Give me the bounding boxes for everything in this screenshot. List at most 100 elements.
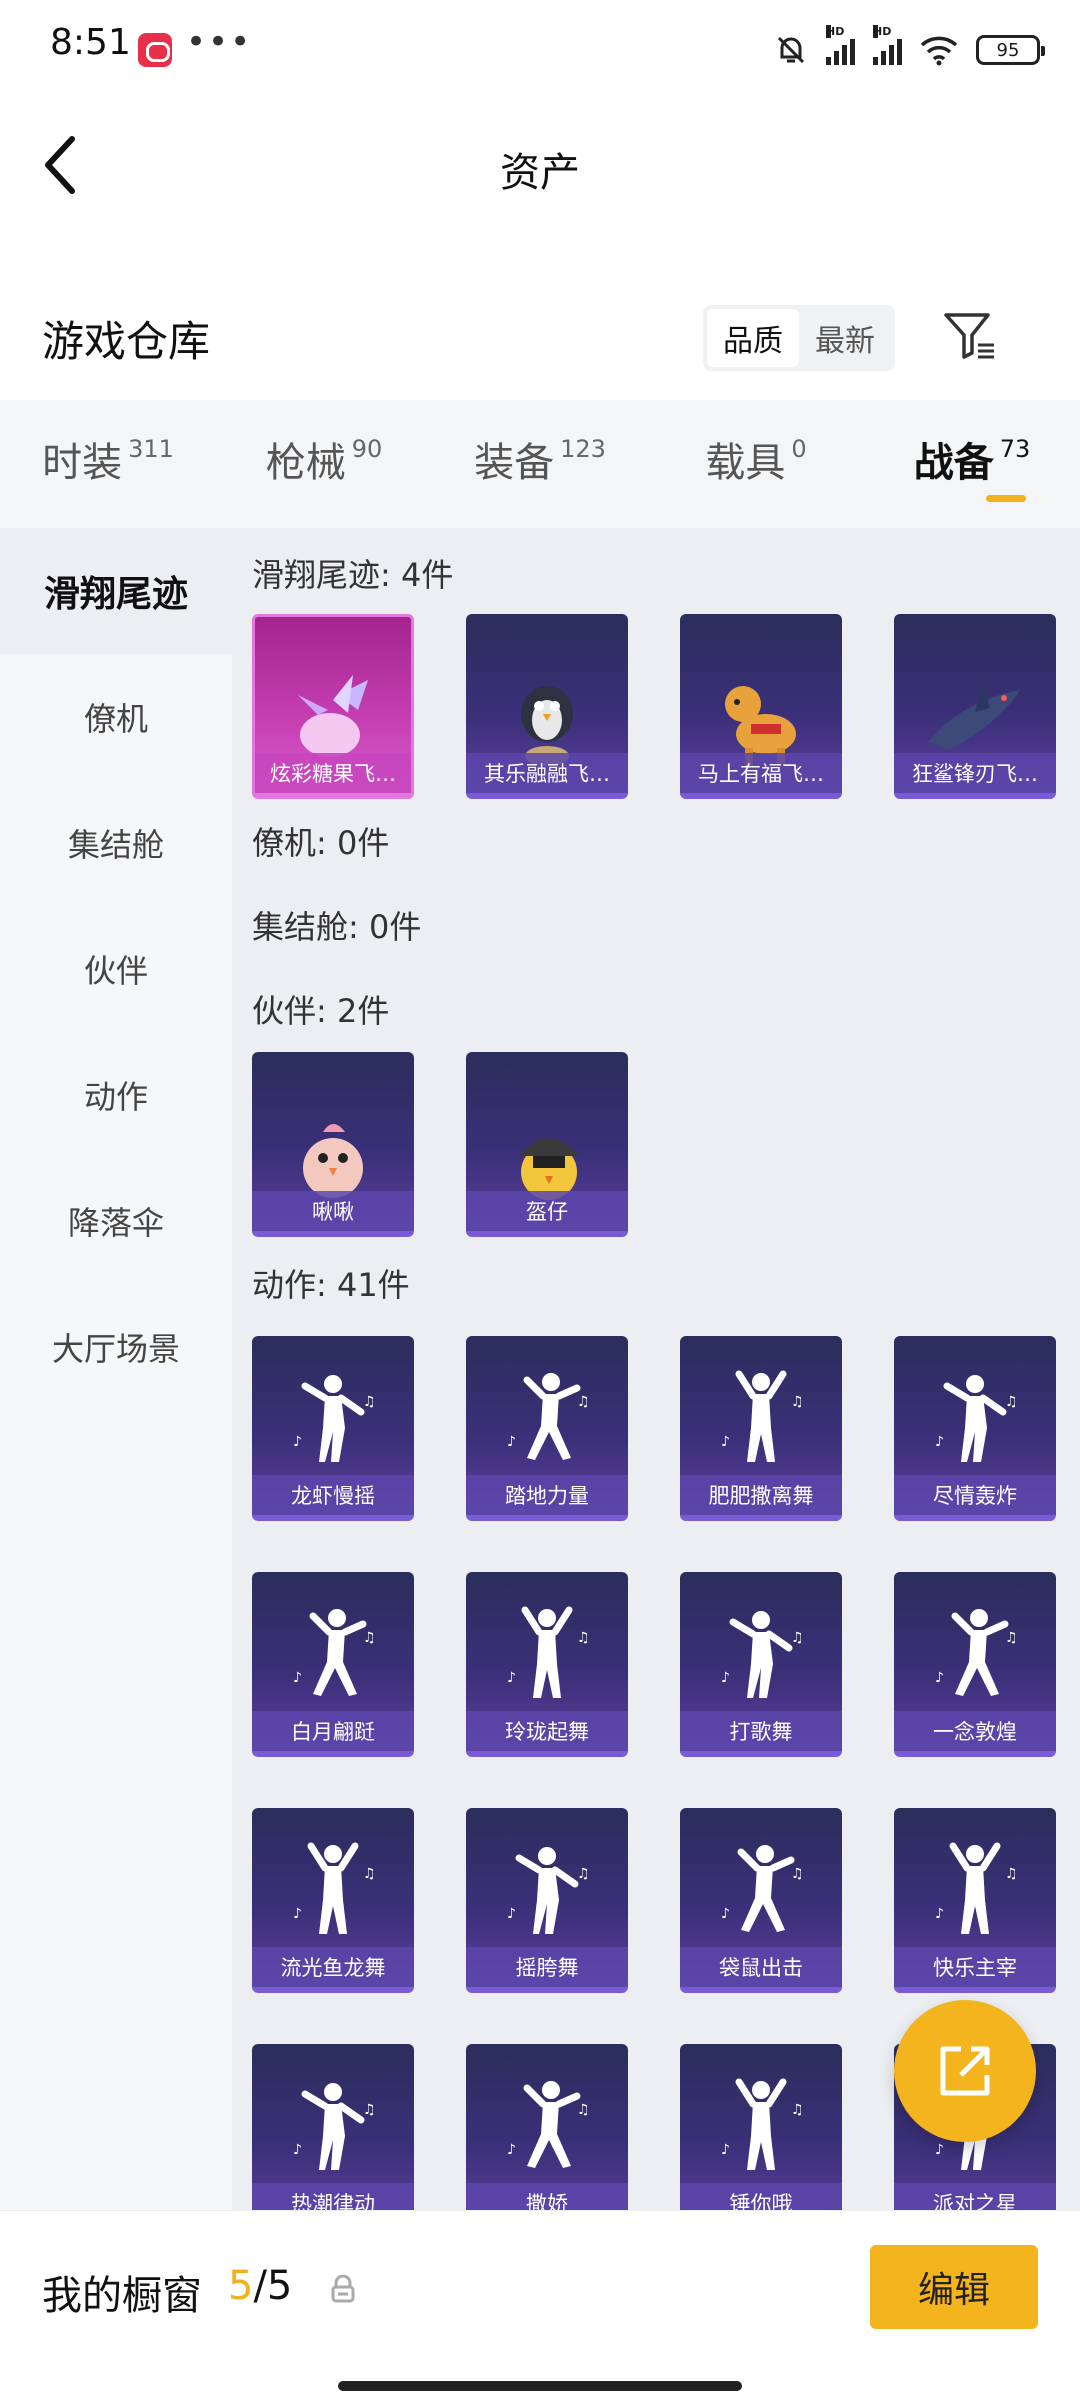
svg-text:♫: ♫ — [363, 1394, 376, 1410]
item-card[interactable]: 盔仔 — [466, 1052, 628, 1237]
svg-text:♫: ♫ — [791, 1394, 804, 1410]
item-card[interactable]: ♪ ♫ 袋鼠出击 — [680, 1808, 842, 1993]
tab-count: 311 — [128, 435, 174, 463]
svg-text:♪: ♪ — [721, 2142, 730, 2158]
item-name: 龙虾慢摇 — [252, 1475, 414, 1515]
svg-text:♪: ♪ — [507, 1434, 516, 1450]
dancer-silhouette-art: ♪♫ — [711, 1602, 811, 1710]
share-external-icon — [940, 2046, 990, 2096]
item-card[interactable]: 其乐融融飞… — [466, 614, 628, 799]
lock-icon — [331, 2275, 355, 2303]
tab-count: 73 — [999, 435, 1031, 463]
item-card[interactable]: ♪ ♫ 热潮律动 — [252, 2044, 414, 2210]
item-card[interactable]: ♪ ♫ 肥肥撒离舞 — [680, 1336, 842, 1521]
showcase-label: 我的橱窗 — [42, 2273, 202, 2319]
svg-text:♫: ♫ — [363, 1866, 376, 1882]
dancer-silhouette-art: ♪♫ — [711, 1838, 811, 1946]
tab-label: 载具 — [705, 440, 786, 486]
item-card[interactable]: ♪ ♫ 一念敦煌 — [894, 1572, 1056, 1757]
category-tabs: 时装 311 枪械 90 装备 123 载具 0 战备 73 — [0, 400, 1080, 528]
item-name: 摇胯舞 — [466, 1947, 628, 1987]
sidebar-item-partner[interactable]: 伙伴 — [0, 906, 232, 1032]
svg-text:♫: ♫ — [1005, 1866, 1018, 1882]
svg-text:♫: ♫ — [1005, 1394, 1018, 1410]
sidebar-item-emote[interactable]: 动作 — [0, 1032, 232, 1158]
wifi-icon — [920, 36, 958, 66]
dancer-silhouette-art: ♪♫ — [497, 1366, 597, 1474]
status-bar: 8:51 ••• HD HD 95 — [0, 0, 1080, 100]
svg-text:♫: ♫ — [577, 1866, 590, 1882]
item-card[interactable]: 炫彩糖果飞… — [252, 614, 414, 799]
item-card[interactable]: ♪ ♫ 踏地力量 — [466, 1336, 628, 1521]
tab-equipment[interactable]: 装备 123 — [432, 400, 648, 528]
item-name: 撒娇 — [466, 2183, 628, 2210]
sidebar-item-parachute[interactable]: 降落伞 — [0, 1158, 232, 1284]
item-card[interactable]: 马上有福飞… — [680, 614, 842, 799]
item-card[interactable]: ♪ ♫ 撒娇 — [466, 2044, 628, 2210]
item-name: 狂鲨锋刃飞… — [894, 753, 1056, 793]
tab-vehicles[interactable]: 载具 0 — [648, 400, 864, 528]
dancer-silhouette-art: ♪♫ — [711, 1366, 811, 1474]
sidebar-item-glide-trail[interactable]: 滑翔尾迹 — [0, 528, 232, 654]
sidebar-item-lobby-scene[interactable]: 大厅场景 — [0, 1284, 232, 1410]
tab-label: 枪械 — [265, 440, 346, 486]
item-card[interactable]: ♪ ♫ 摇胯舞 — [466, 1808, 628, 1993]
signal-2-icon: HD — [873, 25, 902, 65]
svg-text:♪: ♪ — [721, 1906, 730, 1922]
dancer-silhouette-art: ♪♫ — [283, 1366, 383, 1474]
svg-text:♪: ♪ — [507, 1670, 516, 1686]
item-name: 一念敦煌 — [894, 1711, 1056, 1751]
item-card[interactable]: ♪ ♫ 玲珑起舞 — [466, 1572, 628, 1757]
svg-text:♫: ♫ — [363, 2102, 376, 2118]
filter-button[interactable] — [940, 305, 1000, 371]
sidebar-item-capsule[interactable]: 集结舱 — [0, 780, 232, 906]
tab-tactical[interactable]: 战备 73 — [864, 400, 1080, 528]
item-card[interactable]: 啾啾 — [252, 1052, 414, 1237]
tab-label: 装备 — [474, 440, 555, 486]
sort-quality-button[interactable]: 品质 — [707, 309, 799, 367]
status-time: 8:51 — [50, 22, 131, 63]
svg-text:♪: ♪ — [935, 1906, 944, 1922]
svg-text:♫: ♫ — [1005, 1630, 1018, 1646]
svg-text:♪: ♪ — [293, 1434, 302, 1450]
sidebar-item-wingman[interactable]: 僚机 — [0, 654, 232, 780]
share-button[interactable] — [894, 2000, 1036, 2142]
item-name: 流光鱼龙舞 — [252, 1947, 414, 1987]
warehouse-title: 游戏仓库 — [42, 317, 211, 366]
item-name: 肥肥撒离舞 — [680, 1475, 842, 1515]
header: 资产 — [0, 100, 1080, 230]
item-name: 袋鼠出击 — [680, 1947, 842, 1987]
tab-fashion[interactable]: 时装 311 — [0, 400, 216, 528]
sort-newest-button[interactable]: 最新 — [799, 309, 891, 367]
item-card[interactable]: ♪ ♫ 龙虾慢摇 — [252, 1336, 414, 1521]
item-name: 炫彩糖果飞… — [255, 753, 411, 793]
edit-button[interactable]: 编辑 — [870, 2245, 1038, 2329]
item-name: 马上有福飞… — [680, 753, 842, 793]
item-card[interactable]: ♪ ♫ 锤你哦 — [680, 2044, 842, 2210]
dancer-silhouette-art: ♪♫ — [497, 1838, 597, 1946]
dancer-silhouette-art: ♪♫ — [711, 2074, 811, 2182]
item-card[interactable]: ♪ ♫ 打歌舞 — [680, 1572, 842, 1757]
item-name: 热潮律动 — [252, 2183, 414, 2210]
item-name: 派对之星 — [894, 2183, 1056, 2210]
section-title-wingman: 僚机: 0件 — [252, 824, 390, 862]
shark-glide-art — [920, 672, 1030, 762]
sidebar: 滑翔尾迹 僚机 集结舱 伙伴 动作 降落伞 大厅场景 — [0, 528, 232, 2210]
item-card[interactable]: ♪ ♫ 白月翩跹 — [252, 1572, 414, 1757]
more-notifications-icon: ••• — [186, 22, 253, 62]
item-name: 尽情轰炸 — [894, 1475, 1056, 1515]
svg-text:♫: ♫ — [791, 2102, 804, 2118]
battery-icon: 95 — [976, 35, 1045, 65]
svg-text:♫: ♫ — [791, 1866, 804, 1882]
item-card[interactable]: ♪ ♫ 流光鱼龙舞 — [252, 1808, 414, 1993]
item-card[interactable]: 狂鲨锋刃飞… — [894, 614, 1056, 799]
item-card[interactable]: ♪ ♫ 尽情轰炸 — [894, 1336, 1056, 1521]
section-title-glide-trail: 滑翔尾迹: 4件 — [252, 556, 454, 594]
svg-text:♪: ♪ — [293, 1670, 302, 1686]
item-card[interactable]: ♪ ♫ 快乐主宰 — [894, 1808, 1056, 1993]
tab-count: 123 — [560, 435, 606, 463]
mute-bell-icon — [777, 36, 805, 64]
svg-text:♪: ♪ — [293, 1906, 302, 1922]
candy-glide-art — [278, 675, 388, 765]
tab-weapons[interactable]: 枪械 90 — [216, 400, 432, 528]
